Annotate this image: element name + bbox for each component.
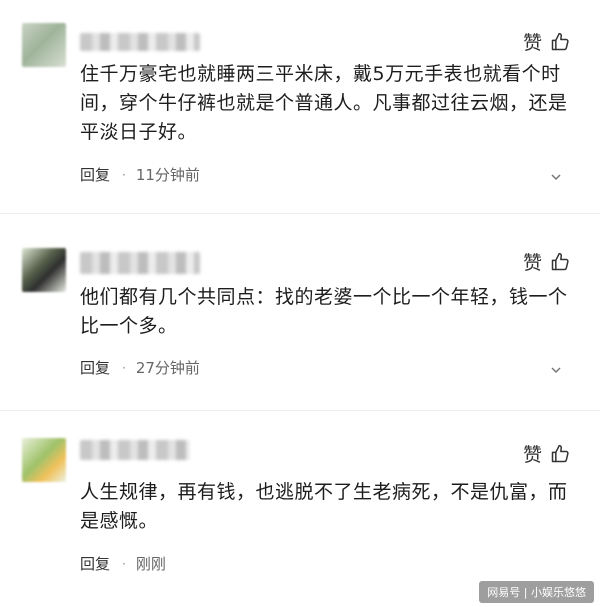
like-label: 赞 bbox=[522, 32, 542, 54]
timestamp: 刚刚 bbox=[135, 555, 166, 573]
like-button[interactable]: 赞 bbox=[523, 440, 570, 467]
watermark: 网易号 | 小娱乐悠悠 bbox=[479, 581, 594, 603]
username-blurred[interactable] bbox=[80, 440, 190, 460]
username-blurred[interactable] bbox=[80, 252, 200, 274]
timestamp: 11分钟前 bbox=[135, 166, 200, 184]
like-label: 赞 bbox=[522, 444, 542, 466]
like-label: 赞 bbox=[522, 252, 542, 274]
like-button[interactable]: 赞 bbox=[523, 28, 570, 55]
username-blurred[interactable] bbox=[80, 33, 200, 51]
reply-button[interactable]: 回复 bbox=[80, 553, 110, 574]
comment-text: 他们都有几个共同点：找的老婆一个比一个年轻，钱一个比一个多。 bbox=[80, 286, 568, 337]
thumbs-up-icon bbox=[551, 444, 569, 462]
divider bbox=[0, 213, 600, 214]
comment-meta: 回复 · 刚刚 bbox=[80, 553, 166, 574]
separator-dot: · bbox=[122, 360, 126, 375]
like-button[interactable]: 赞 bbox=[523, 248, 570, 275]
thumbs-up-icon bbox=[551, 32, 569, 50]
comment-text: 住千万豪宅也就睡两三平米床，戴5万元手表也就看个时间，穿个牛仔裤也就是个普通人。… bbox=[80, 63, 568, 143]
separator-dot: · bbox=[122, 556, 126, 571]
reply-button[interactable]: 回复 bbox=[80, 164, 110, 185]
comment-text: 人生规律，再有钱，也逃脱不了生老病死，不是仇富，而是感慨。 bbox=[80, 481, 568, 532]
reply-button[interactable]: 回复 bbox=[80, 357, 110, 378]
avatar[interactable] bbox=[22, 23, 66, 67]
comment-meta: 回复 · 27分钟前 bbox=[80, 357, 200, 378]
chevron-down-icon[interactable] bbox=[550, 364, 562, 376]
thumbs-up-icon bbox=[551, 252, 569, 270]
timestamp: 27分钟前 bbox=[135, 359, 200, 377]
separator-dot: · bbox=[122, 167, 126, 182]
comment-meta: 回复 · 11分钟前 bbox=[80, 164, 200, 185]
comment-item: 赞 住千万豪宅也就睡两三平米床，戴5万元手表也就看个时间，穿个牛仔裤也就是个普通… bbox=[0, 0, 600, 200]
divider bbox=[0, 410, 600, 411]
avatar[interactable] bbox=[22, 438, 66, 482]
avatar[interactable] bbox=[22, 248, 66, 292]
chevron-down-icon[interactable] bbox=[550, 171, 562, 183]
